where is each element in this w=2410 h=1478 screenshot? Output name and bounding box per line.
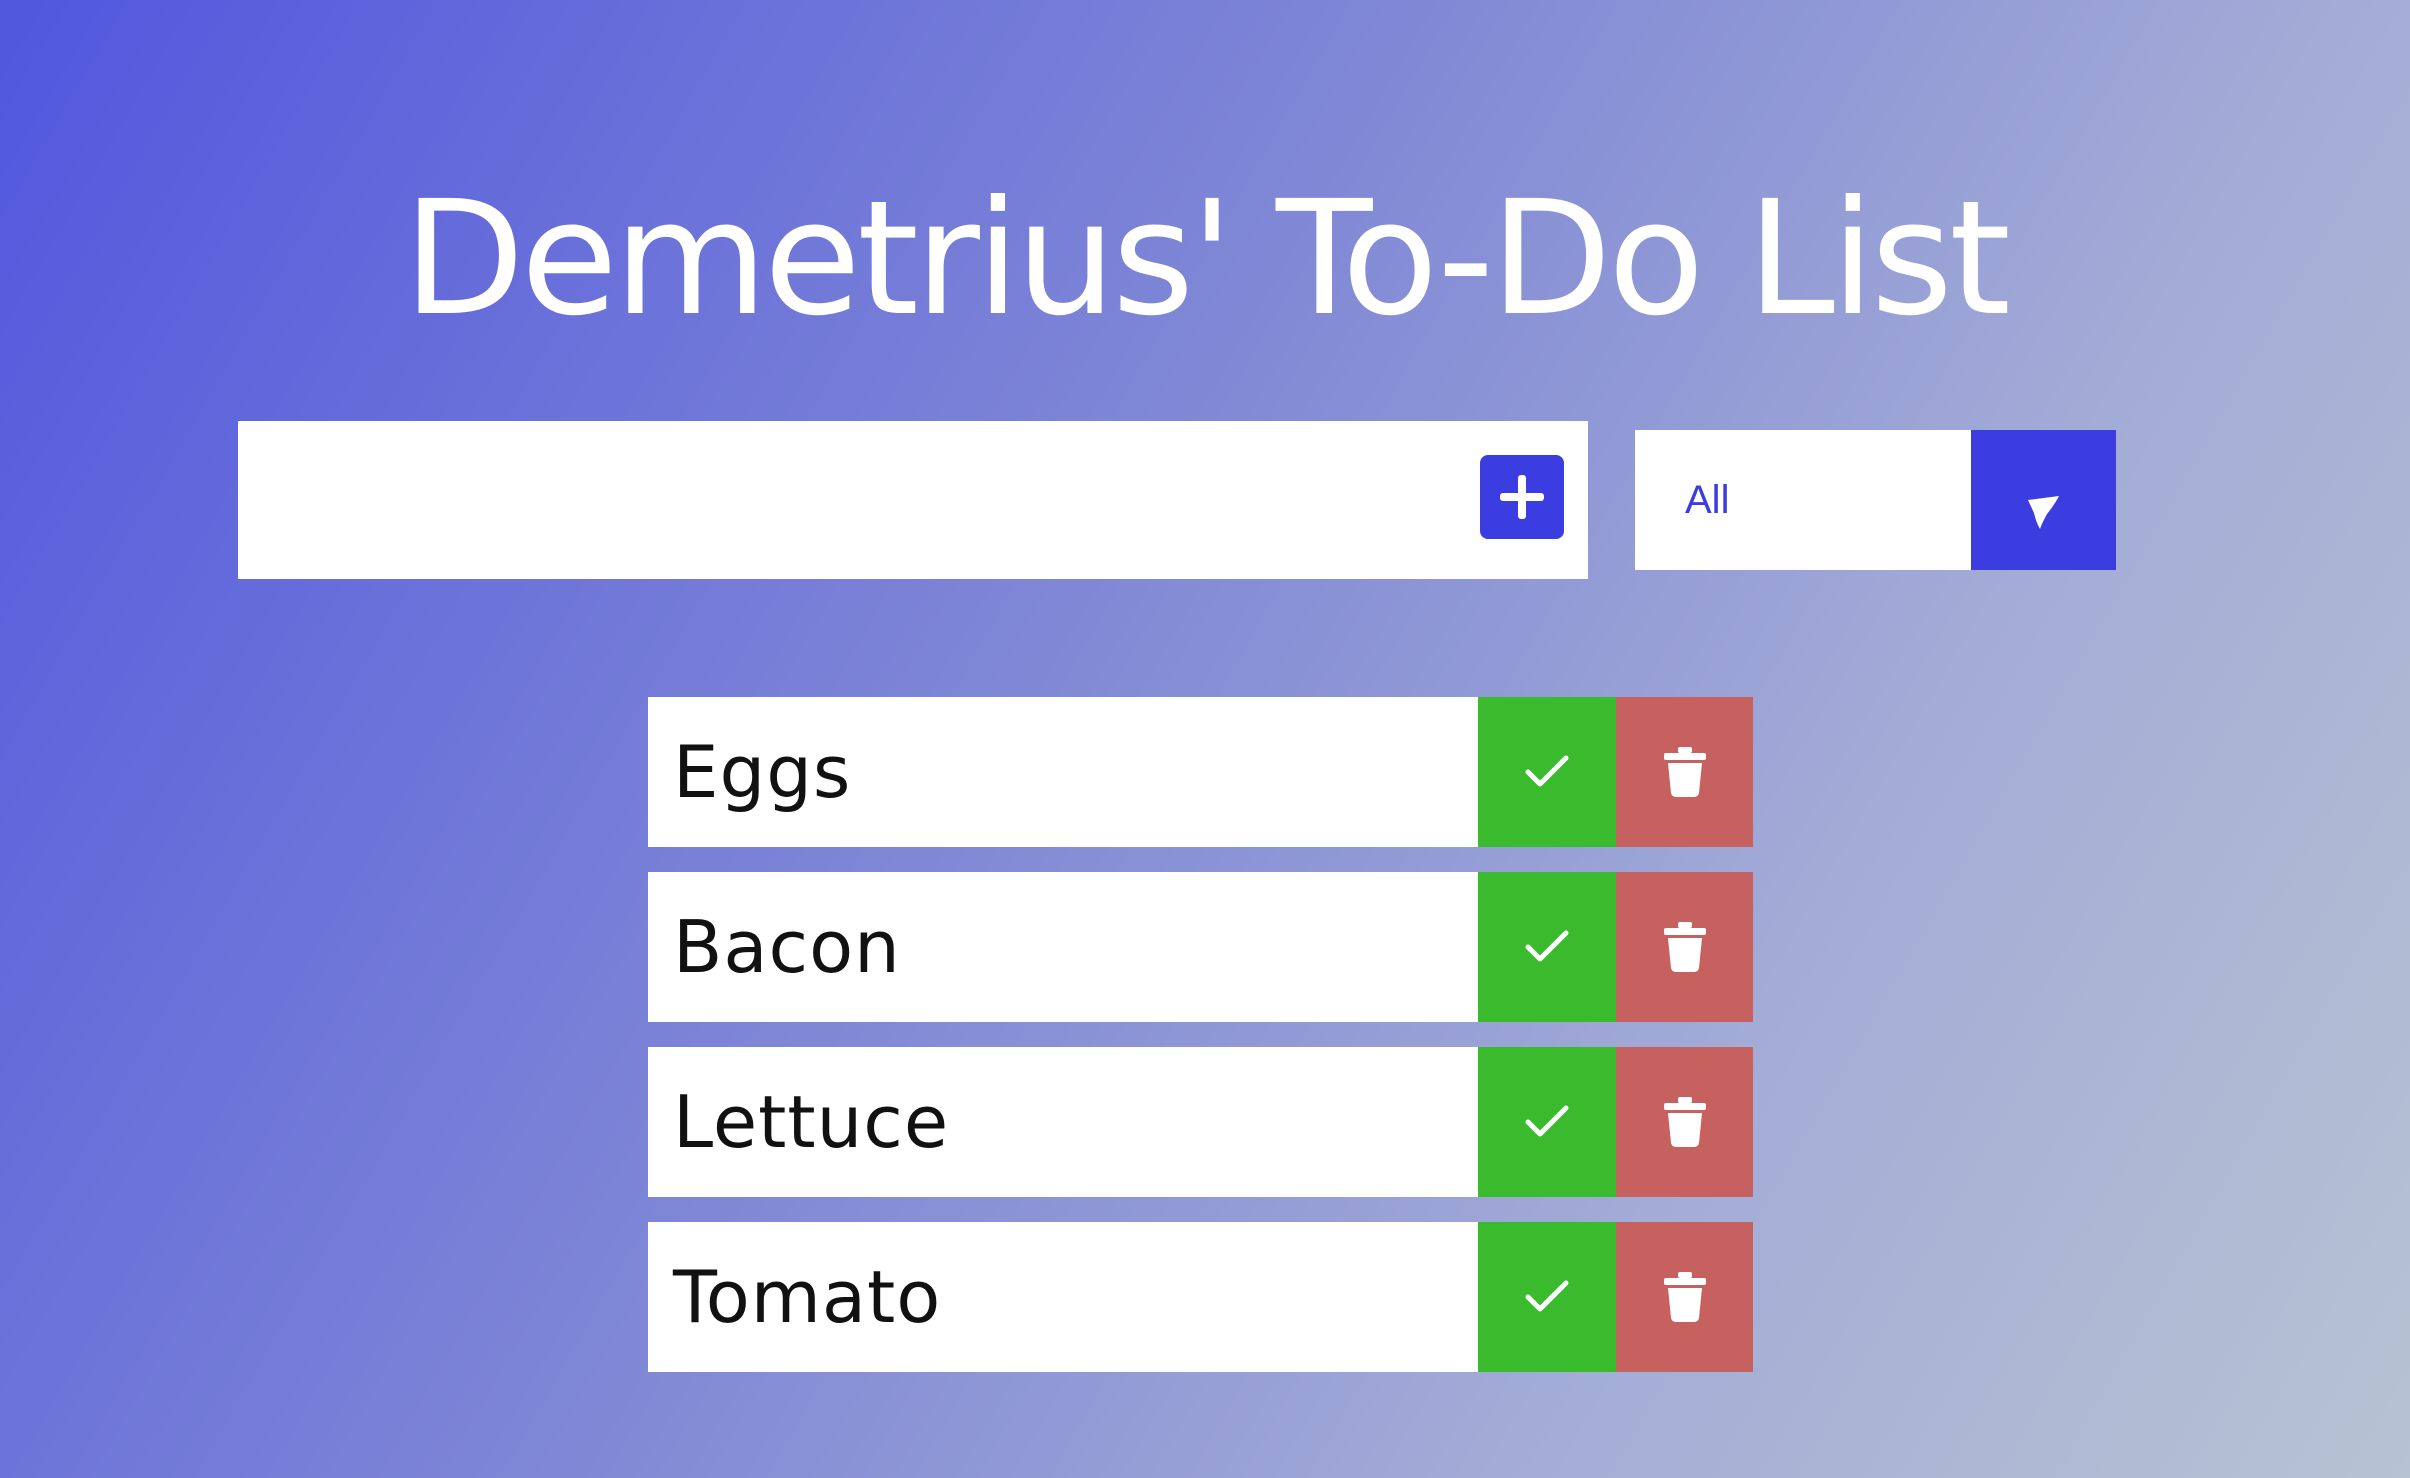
trash-icon <box>1664 1097 1706 1147</box>
page-title: Demetrius' To-Do List <box>403 166 2011 351</box>
check-icon <box>1525 930 1569 962</box>
check-icon <box>1525 755 1569 787</box>
plus-icon <box>1500 475 1544 519</box>
delete-button[interactable] <box>1616 1047 1753 1197</box>
filter-select[interactable]: All <box>1635 430 2116 570</box>
todo-item: Tomato <box>648 1222 1753 1372</box>
filter-dropdown-button[interactable] <box>1971 430 2116 570</box>
delete-button[interactable] <box>1616 697 1753 847</box>
todo-list: Eggs Bacon Lettuce Tomato <box>648 697 1753 1397</box>
todo-text-box: Bacon <box>648 872 1478 1022</box>
complete-button[interactable] <box>1478 697 1616 847</box>
complete-button[interactable] <box>1478 1222 1616 1372</box>
todo-text: Eggs <box>673 730 852 814</box>
todo-text: Lettuce <box>673 1080 950 1164</box>
chevron-down-icon <box>2028 496 2059 529</box>
todo-item: Bacon <box>648 872 1753 1022</box>
add-todo-button[interactable] <box>1480 455 1564 539</box>
filter-selected-value: All <box>1685 478 1730 522</box>
trash-icon <box>1664 922 1706 972</box>
todo-text-box: Eggs <box>648 697 1478 847</box>
todo-item: Lettuce <box>648 1047 1753 1197</box>
trash-icon <box>1664 747 1706 797</box>
todo-text-box: Tomato <box>648 1222 1478 1372</box>
trash-icon <box>1664 1272 1706 1322</box>
todo-text: Bacon <box>673 905 901 989</box>
todo-item: Eggs <box>648 697 1753 847</box>
todo-text-box: Lettuce <box>648 1047 1478 1197</box>
check-icon <box>1525 1105 1569 1137</box>
delete-button[interactable] <box>1616 872 1753 1022</box>
complete-button[interactable] <box>1478 872 1616 1022</box>
todo-form <box>238 421 1588 579</box>
todo-input[interactable] <box>238 421 1468 579</box>
todo-text: Tomato <box>673 1255 942 1339</box>
delete-button[interactable] <box>1616 1222 1753 1372</box>
complete-button[interactable] <box>1478 1047 1616 1197</box>
check-icon <box>1525 1280 1569 1312</box>
